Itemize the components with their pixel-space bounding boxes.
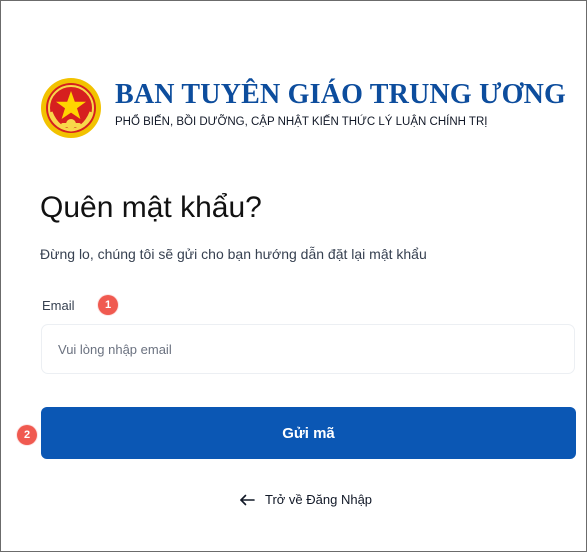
email-label: Email	[42, 298, 75, 313]
back-to-login-link[interactable]: Trở về Đăng Nhập	[238, 492, 372, 508]
annotation-marker-1: 1	[98, 295, 118, 315]
email-field[interactable]	[41, 324, 575, 374]
organization-title: BAN TUYÊN GIÁO TRUNG ƯƠNG	[115, 79, 566, 110]
organization-subtitle: PHỔ BIẾN, BỒI DƯỠNG, CẬP NHẬT KIẾN THỨC …	[115, 116, 488, 128]
forgot-password-page: BAN TUYÊN GIÁO TRUNG ƯƠNG PHỔ BIẾN, BỒI …	[0, 0, 587, 552]
back-to-login-label: Trở về Đăng Nhập	[265, 492, 373, 507]
national-emblem-icon	[40, 77, 102, 139]
arrow-left-icon	[238, 492, 256, 508]
page-description: Đừng lo, chúng tôi sẽ gửi cho bạn hướng …	[40, 246, 427, 262]
page-title: Quên mật khẩu?	[40, 191, 262, 224]
send-code-button[interactable]: Gửi mã	[41, 407, 576, 459]
annotation-marker-2: 2	[17, 425, 37, 445]
